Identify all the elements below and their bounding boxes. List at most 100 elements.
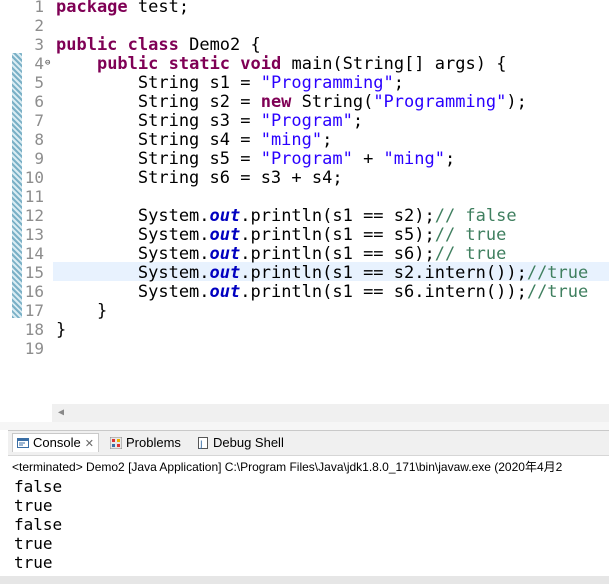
line-number: 15 [24,263,44,282]
code-token: ) { [475,54,507,74]
line-number: 17 [24,301,44,320]
line-number: 5 [34,73,44,92]
code-line[interactable]: String s3 = "Program"; [56,111,363,131]
fold-collapse-icon[interactable]: ⊖ [45,58,53,68]
tab-debug-shell[interactable]: J Debug Shell [197,434,284,452]
code-line[interactable]: } [56,301,107,321]
console-output-line: true [14,534,53,553]
horizontal-scrollbar[interactable]: ◀ [52,404,609,422]
code-token: "ming" [260,130,323,150]
line-number: 12 [24,206,44,225]
code-token: Demo2 { [178,35,261,55]
panel-separator [0,422,609,430]
code-token: //true [526,263,589,283]
console-output-line: false [14,477,63,496]
code-line[interactable]: String s5 = "Program" + "ming"; [56,149,455,169]
svg-text:J: J [199,440,203,449]
code-editor[interactable]: 1 2 3 4 ⊖ 5 6 7 8 9 10 11 12 13 14 15 16 17 18 19 package t… [0,0,609,404]
code-token: // true [434,244,507,264]
code-line[interactable]: } [56,320,66,340]
tab-problems-label: Problems [126,435,181,450]
line-number: 16 [24,282,44,301]
code-token: .println(s1 == s2); [240,206,435,226]
code-token: + [352,149,384,169]
code-token: "Programming" [260,73,394,93]
tab-debug-shell-label: Debug Shell [213,435,284,450]
line-number: 19 [24,339,44,358]
console-output[interactable]: false true false true true [14,477,62,572]
code-token: String s5 = [56,149,261,169]
line-number: 9 [34,149,44,168]
line-number: 4 [34,54,44,73]
code-token: new [260,92,292,112]
code-token: String s3 = [56,111,261,131]
scroll-left-icon[interactable]: ◀ [58,407,64,418]
line-number: 7 [34,111,44,130]
code-token: class [127,35,179,55]
debug-shell-icon: J [197,436,209,450]
console-status-line: <terminated> Demo2 [Java Application] C:… [12,460,563,474]
code-token: "ming" [383,149,445,169]
code-token: .println(s1 == s6); [240,244,435,264]
code-line[interactable]: package test; [56,0,189,17]
line-number: 3 [34,35,44,54]
code-line[interactable]: public class Demo2 { [56,35,261,55]
code-token: ; [352,111,364,131]
code-line[interactable]: System.out.println(s1 == s2);// false [56,206,517,226]
line-number: 10 [24,168,44,187]
code-token: ; [393,73,405,93]
code-token: String s2 = [56,92,261,112]
code-line[interactable]: String s2 = new String("Programming"); [56,92,527,112]
code-token: args [434,54,476,74]
line-number: 13 [24,225,44,244]
code-line[interactable]: System.out.println(s1 == s2.intern());//… [56,263,588,283]
code-token: ; [322,130,333,150]
code-line[interactable]: System.out.println(s1 == s6);// true [56,244,507,264]
code-line[interactable]: String s1 = "Programming"; [56,73,404,93]
code-token: // true [434,225,507,245]
code-token: System. [56,225,210,245]
code-token: .println(s1 == s5); [240,225,435,245]
code-token: .println(s1 == s6.intern()); [240,282,527,302]
console-output-line: true [14,553,53,572]
code-line[interactable]: System.out.println(s1 == s5);// true [56,225,507,245]
code-token: out [209,225,241,245]
code-token: System. [56,206,210,226]
code-token: "Programming" [373,92,507,112]
code-line[interactable]: String s4 = "ming"; [56,130,333,150]
code-token: // false [434,206,517,226]
code-token: System. [56,263,210,283]
line-number: 11 [24,187,44,206]
console-output-line: true [14,496,53,515]
code-token: "Program" [260,149,353,169]
code-line[interactable]: System.out.println(s1 == s6.intern());//… [56,282,588,302]
code-token: //true [526,282,589,302]
bottom-scrollbar[interactable] [0,576,609,584]
code-token: } [56,301,108,321]
panel-tabbar: Console ✕ Problems J Debug Shell [8,431,609,456]
tab-problems[interactable]: Problems [109,434,181,452]
code-token: out [209,244,241,264]
code-token: public [96,54,159,74]
code-token: "Program" [260,111,353,131]
code-line[interactable]: public static void main(String[] args) { [56,54,507,74]
code-token: out [209,282,241,302]
line-number: 2 [34,16,44,35]
overview-ruler [0,0,8,404]
code-token: System. [56,282,210,302]
close-icon[interactable]: ✕ [85,438,94,450]
code-token: System. [56,244,210,264]
code-token: String( [291,92,374,112]
tab-console[interactable]: Console ✕ [12,433,99,452]
line-number: 8 [34,130,44,149]
console-output-line: false [14,515,63,534]
console-icon [17,436,29,448]
code-token: test; [127,0,190,17]
line-number: 14 [24,244,44,263]
line-number: 1 [34,0,44,16]
code-line[interactable]: String s6 = s3 + s4; [56,168,343,188]
